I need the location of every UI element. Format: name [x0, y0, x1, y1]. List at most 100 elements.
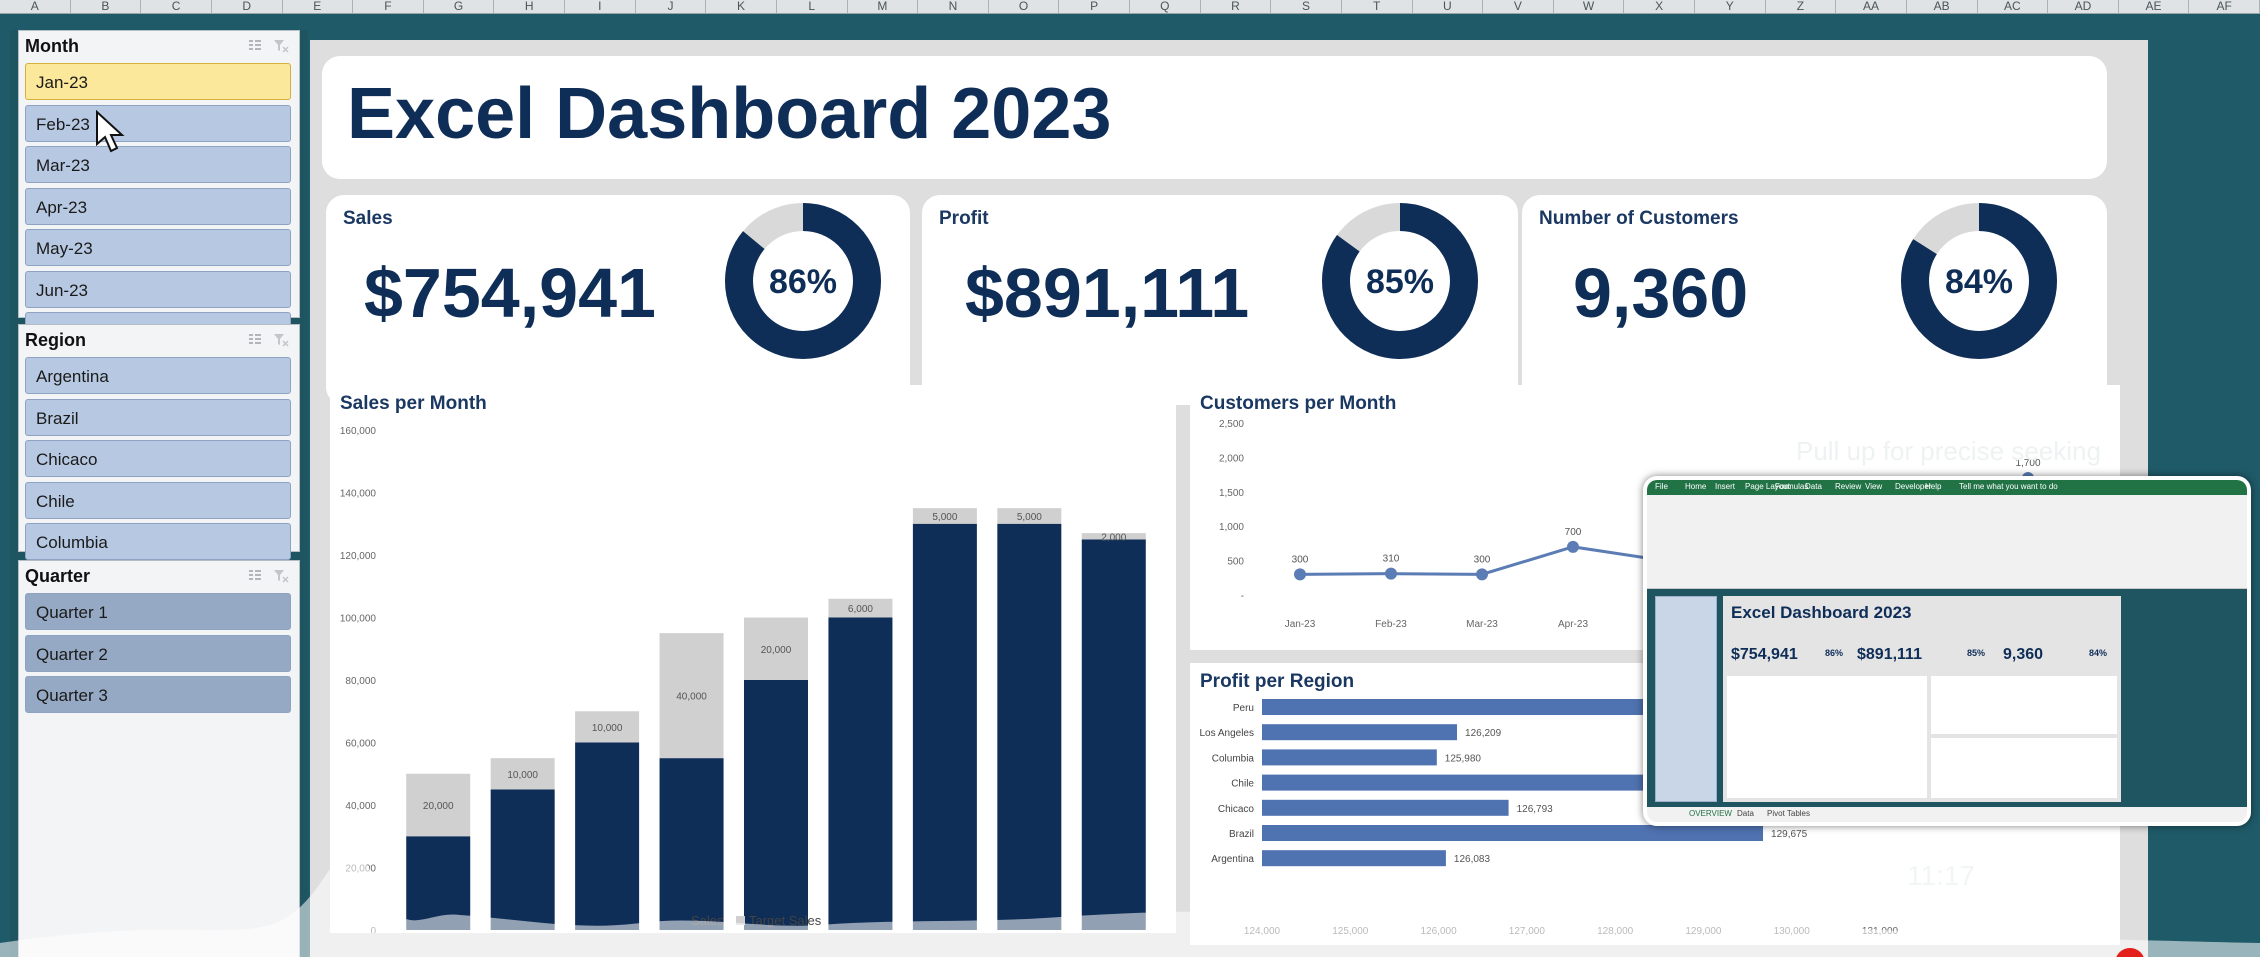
- column-header[interactable]: D: [212, 0, 283, 13]
- slicer-item[interactable]: Mar-23: [25, 146, 291, 183]
- clear-filter-icon[interactable]: [273, 332, 289, 348]
- y-tick-label: 40,000: [345, 801, 376, 812]
- slicer-title: Region: [25, 330, 86, 350]
- data-label: 20,000: [761, 645, 792, 656]
- slicer-toolbar: [247, 332, 293, 348]
- column-header[interactable]: R: [1201, 0, 1272, 13]
- column-header[interactable]: L: [777, 0, 848, 13]
- preview-ribbon-tab: Data: [1805, 482, 1822, 491]
- kpi-ring-customers: 84%: [1901, 203, 2057, 359]
- y-category-label: Chicaco: [1218, 804, 1255, 815]
- column-header[interactable]: AB: [1907, 0, 1978, 13]
- multi-select-icon[interactable]: [247, 38, 263, 54]
- slicer-item[interactable]: Chile: [25, 481, 291, 519]
- preview-ribbon-body: [1647, 495, 2247, 589]
- column-header[interactable]: Y: [1695, 0, 1766, 13]
- preview-ribbon-tab: File: [1655, 482, 1668, 491]
- kpi-label-profit: Profit: [939, 208, 989, 229]
- preview-ribbon-tab: Review: [1835, 482, 1862, 491]
- slicer-item-label: Mar-23: [36, 156, 90, 175]
- seek-preview-thumbnail[interactable]: File Home Insert Page Layout Formulas Data Rev…: [1643, 476, 2251, 826]
- column-header[interactable]: E: [283, 0, 354, 13]
- y-category-label: Brazil: [1229, 829, 1254, 840]
- column-header[interactable]: I: [565, 0, 636, 13]
- x-tick-label: Apr-23: [1558, 619, 1588, 630]
- line-point: [1567, 540, 1579, 553]
- column-header[interactable]: J: [636, 0, 707, 13]
- seek-tooltip: Pull up for precise seeking: [1796, 436, 2101, 466]
- multi-select-icon[interactable]: [247, 568, 263, 584]
- column-header[interactable]: AD: [2048, 0, 2119, 13]
- preview-ring-profit-label: 85%: [1967, 648, 1986, 658]
- preview-ring-sales-label: 86%: [1825, 648, 1844, 658]
- column-header[interactable]: Q: [1130, 0, 1201, 13]
- kpi-card-customers: Number of Customers 9,360 84%: [1522, 195, 2107, 405]
- slicer-item[interactable]: Quarter 2: [25, 634, 291, 672]
- preview-ribbon-tab: Home: [1685, 482, 1707, 491]
- dashboard-title: Excel Dashboard 2023: [347, 74, 1112, 154]
- clear-filter-icon[interactable]: [273, 568, 289, 584]
- column-header[interactable]: AC: [1978, 0, 2049, 13]
- column-header[interactable]: X: [1624, 0, 1695, 13]
- column-header[interactable]: P: [1059, 0, 1130, 13]
- data-label: 700: [1565, 527, 1582, 538]
- multi-select-icon[interactable]: [247, 332, 263, 348]
- column-header[interactable]: V: [1483, 0, 1554, 13]
- clear-filter-icon[interactable]: [273, 38, 289, 54]
- slicer-month: Month Jan-23 Feb-23 Mar-23 Apr-23 May-23 Jun-2…: [18, 30, 300, 432]
- data-label: 126,209: [1465, 728, 1502, 739]
- preview-customers-panel: [1931, 676, 2117, 734]
- data-label: 20,000: [423, 801, 454, 812]
- preview-kpi-sales: $754,941: [1731, 646, 1798, 663]
- preview-ribbon-tab: Help: [1925, 482, 1942, 491]
- slicer-item[interactable]: Brazil: [25, 398, 291, 436]
- slicer-item[interactable]: Jun-23: [25, 270, 291, 308]
- column-header[interactable]: A: [0, 0, 71, 13]
- data-label: 310: [1383, 554, 1400, 565]
- y-tick-label: 60,000: [345, 739, 376, 750]
- column-header[interactable]: AA: [1836, 0, 1907, 13]
- kpi-label-sales: Sales: [343, 208, 393, 229]
- y-tick-label: 1,000: [1219, 522, 1244, 533]
- x-tick-label: Jan-23: [1285, 619, 1316, 630]
- column-header[interactable]: O: [989, 0, 1060, 13]
- data-label: 10,000: [592, 723, 623, 734]
- column-header[interactable]: K: [706, 0, 777, 13]
- column-header[interactable]: AF: [2189, 0, 2260, 13]
- column-header[interactable]: H: [494, 0, 565, 13]
- slicer-item-label: Jan-23: [36, 73, 88, 92]
- column-header[interactable]: M: [848, 0, 919, 13]
- slicer-item[interactable]: Feb-23: [25, 104, 291, 142]
- slicer-item[interactable]: Columbia: [25, 523, 291, 560]
- data-label: 300: [1474, 554, 1491, 565]
- slicer-item[interactable]: May-23: [25, 229, 291, 266]
- preview-ring-customers-label: 84%: [2089, 648, 2108, 658]
- slicer-pane: Month Jan-23 Feb-23 Mar-23 Apr-23 May-23 Jun-2…: [10, 30, 308, 957]
- column-header[interactable]: U: [1413, 0, 1484, 13]
- y-tick-label: 120,000: [340, 551, 377, 562]
- column-header[interactable]: B: [71, 0, 142, 13]
- slicer-item[interactable]: Argentina: [25, 357, 291, 394]
- column-header[interactable]: S: [1271, 0, 1342, 13]
- slicer-item[interactable]: Quarter 1: [25, 593, 291, 630]
- y-category-label: Chile: [1231, 779, 1254, 790]
- slicer-item[interactable]: Chicaco: [25, 440, 291, 477]
- column-header[interactable]: W: [1554, 0, 1625, 13]
- column-header[interactable]: F: [353, 0, 424, 13]
- preview-ribbon-tab: Tell me what you want to do: [1959, 482, 2058, 491]
- column-header[interactable]: C: [141, 0, 212, 13]
- slicer-item[interactable]: Jan-23: [25, 63, 291, 100]
- slicer-item[interactable]: Apr-23: [25, 187, 291, 225]
- column-header[interactable]: T: [1342, 0, 1413, 13]
- column-header[interactable]: Z: [1766, 0, 1837, 13]
- y-tick-label: 2,000: [1219, 453, 1244, 464]
- slicer-item-label: Chicaco: [36, 450, 98, 469]
- ring-percent-label: 85%: [1366, 263, 1434, 301]
- slicer-title: Month: [25, 36, 79, 56]
- slicer-item[interactable]: Quarter 3: [25, 676, 291, 713]
- column-header[interactable]: AE: [2119, 0, 2190, 13]
- kpi-card-sales: Sales $754,941 86%: [326, 195, 910, 405]
- column-header[interactable]: G: [424, 0, 495, 13]
- column-header[interactable]: N: [918, 0, 989, 13]
- slicer-item-label: May-23: [36, 239, 93, 258]
